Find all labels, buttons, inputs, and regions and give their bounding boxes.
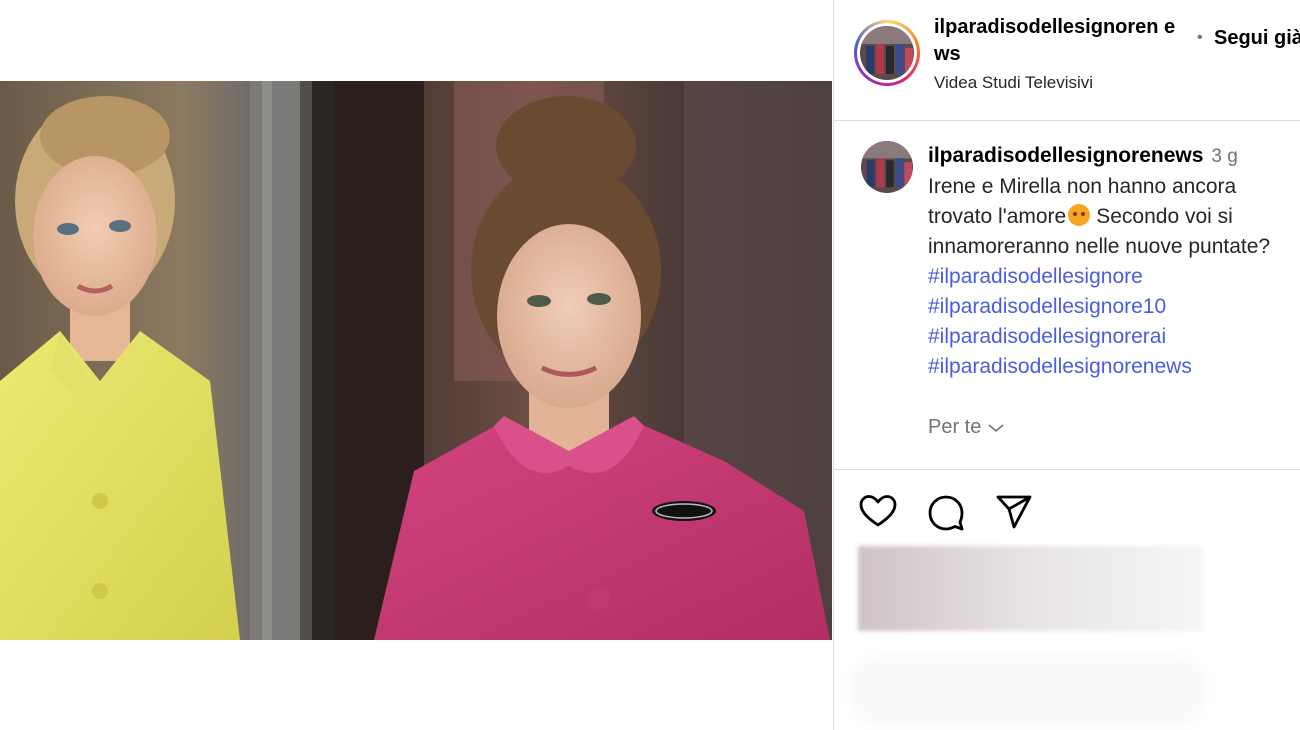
photo-left-woman-yellow-coat (0, 81, 334, 640)
share-icon[interactable] (994, 492, 1034, 532)
media-area (0, 0, 833, 730)
caption-line-3: Secondo voi si (1096, 205, 1233, 228)
caption-username[interactable]: ilparadisodellesignorenews (928, 144, 1203, 167)
post-header: ilparadisodellesignoren ews • Segui già … (834, 0, 1300, 121)
hashtag-link[interactable]: #ilparadisodellesignore (928, 262, 1300, 292)
for-you-label: Per te (928, 416, 982, 438)
heart-icon[interactable] (858, 492, 898, 532)
divider (834, 469, 1300, 470)
hashtag-link[interactable]: #ilparadisodellesignorenews (928, 352, 1300, 382)
avatar[interactable] (860, 26, 914, 80)
post-side-panel: ilparadisodellesignoren ews • Segui già … (833, 0, 1300, 730)
header-username[interactable]: ilparadisodellesignoren ews (934, 14, 1186, 68)
caption-avatar[interactable] (861, 141, 913, 193)
follow-separator: • (1197, 29, 1203, 46)
for-you-dropdown[interactable]: Per te (928, 416, 1005, 439)
hashtag-link[interactable]: #ilparadisodellesignorerai (928, 322, 1300, 352)
follow-button[interactable]: Segui già (1214, 27, 1300, 50)
hashtag-link[interactable]: #ilparadisodellesignore10 (928, 292, 1300, 322)
post-image[interactable] (0, 81, 832, 640)
chevron-down-icon (988, 423, 1004, 432)
comment-icon[interactable] (926, 492, 966, 532)
photo-right-woman-pink-dress (334, 81, 832, 640)
post-caption: ilparadisodellesignorenews 3 g Irene e Mi… (928, 141, 1300, 382)
blurred-likes-area (858, 546, 1203, 631)
blurred-comment-area (848, 655, 1208, 725)
caption-line-1: Irene e Mirella non hanno ancora (928, 175, 1237, 198)
caption-line-2: trovato l'amore (928, 205, 1067, 228)
caption-line-4: innamoreranno nelle nuove puntate? (928, 235, 1271, 258)
post-time[interactable]: 3 g (1211, 146, 1237, 167)
pleading-face-icon (1068, 204, 1091, 226)
location-link[interactable]: Videa Studi Televisivi (934, 73, 1093, 93)
